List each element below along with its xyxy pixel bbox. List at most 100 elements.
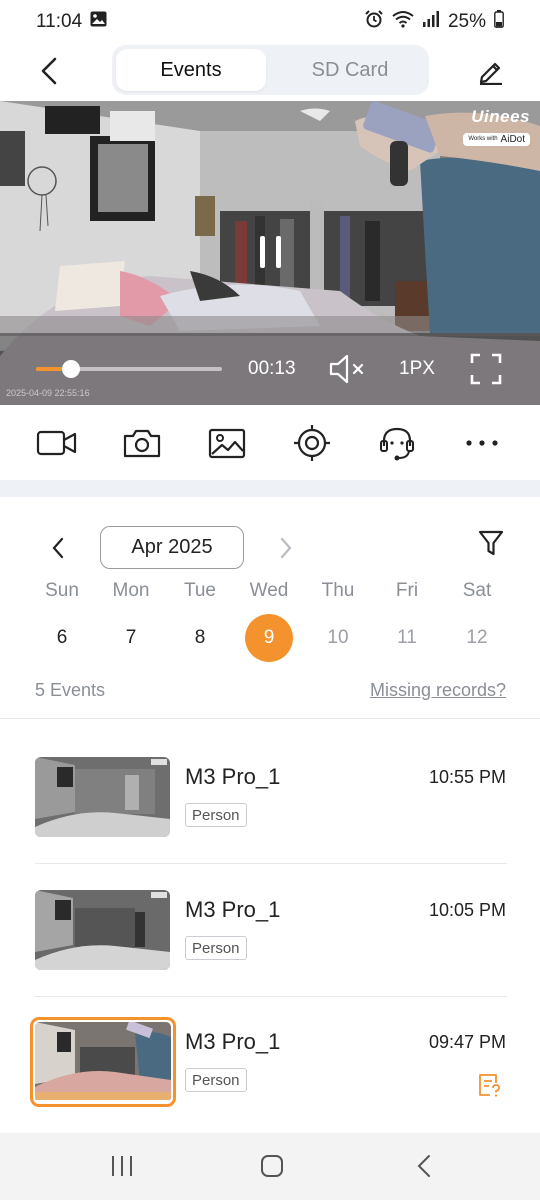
- gallery-button[interactable]: [205, 423, 249, 463]
- month-navigator: Apr 2025: [0, 525, 540, 571]
- snapshot-button[interactable]: [120, 423, 164, 463]
- divider: [0, 718, 540, 719]
- week-day-strip: 6 7 8 9 10 11 12: [0, 614, 540, 664]
- tab-events[interactable]: Events: [116, 49, 266, 91]
- section-divider: [0, 480, 540, 497]
- record-icon: [36, 430, 77, 456]
- missing-records-link[interactable]: Missing records?: [370, 680, 506, 701]
- recents-icon: [112, 1156, 132, 1176]
- brand-watermark: Uinees Works with AiDot: [463, 107, 530, 146]
- record-button[interactable]: [35, 423, 79, 463]
- day-cell[interactable]: 10: [314, 614, 362, 662]
- brand-logo: Uinees: [471, 107, 530, 126]
- previous-month-button[interactable]: [44, 534, 72, 562]
- chevron-left-icon: [41, 57, 57, 85]
- top-bar: Events SD Card: [0, 44, 540, 98]
- day-cell-selected[interactable]: 9: [245, 614, 293, 662]
- pencil-icon: [479, 62, 502, 85]
- speaker-muted-icon: [329, 354, 364, 384]
- event-time: 09:47 PM: [428, 1032, 506, 1052]
- event-thumbnail: [35, 890, 170, 970]
- divider: [35, 863, 507, 864]
- camera-action-toolbar: [0, 405, 540, 480]
- wifi-icon: [392, 10, 414, 34]
- weekday-label: Wed: [249, 580, 289, 601]
- event-time: 10:05 PM: [428, 900, 506, 920]
- works-with-brand: AiDot: [500, 134, 525, 145]
- intercom-button[interactable]: [375, 423, 419, 463]
- back-arrow-icon: [417, 1155, 430, 1177]
- works-with-label: Works with: [468, 136, 498, 142]
- snapshot-icon: [123, 429, 161, 458]
- next-month-button[interactable]: [272, 534, 300, 562]
- event-thumbnail: [35, 757, 170, 837]
- more-icon: [466, 440, 498, 446]
- weekday-label: Thu: [321, 580, 355, 601]
- fullscreen-icon: [470, 353, 502, 385]
- edit-button[interactable]: [474, 54, 508, 88]
- gallery-notification-icon: [90, 11, 107, 33]
- event-thumbnail-selected: [30, 1017, 176, 1107]
- day-cell[interactable]: 11: [383, 614, 431, 662]
- player-controls: 00:13 1PX 2025-04-09 22:55:16: [0, 333, 540, 405]
- more-button[interactable]: [460, 423, 504, 463]
- event-list-item[interactable]: M3 Pro_1 Person 10:55 PM: [0, 757, 540, 889]
- view-segmented-control: Events SD Card: [112, 45, 429, 95]
- event-device-name: M3 Pro_1: [185, 764, 281, 789]
- weekday-label: Fri: [395, 580, 419, 601]
- day-cell[interactable]: 6: [38, 614, 86, 662]
- video-player[interactable]: Uinees Works with AiDot 00:13 1PX 2025-04…: [0, 101, 540, 405]
- intercom-icon: [380, 427, 414, 461]
- progress-handle[interactable]: [62, 360, 81, 378]
- day-cell[interactable]: 8: [176, 614, 224, 662]
- ptz-button[interactable]: [290, 423, 334, 463]
- mute-button[interactable]: [328, 353, 368, 385]
- quality-selector[interactable]: 1PX: [399, 358, 435, 380]
- home-button[interactable]: [252, 1151, 292, 1181]
- event-device-name: M3 Pro_1: [185, 897, 281, 922]
- filter-icon: [478, 530, 504, 556]
- divider: [35, 996, 507, 997]
- signal-icon: [422, 11, 440, 33]
- month-picker[interactable]: Apr 2025: [100, 526, 244, 569]
- filter-button[interactable]: [476, 527, 506, 559]
- event-type-badge: Person: [185, 1068, 247, 1092]
- home-icon: [261, 1155, 283, 1177]
- works-with-badge: Works with AiDot: [463, 133, 530, 146]
- system-back-button[interactable]: [404, 1151, 444, 1181]
- recent-apps-button[interactable]: [102, 1151, 142, 1181]
- event-count: 5 Events: [35, 680, 106, 700]
- events-summary: 5 Events Missing records?: [0, 678, 540, 706]
- pause-button[interactable]: [258, 236, 284, 270]
- event-device-name: M3 Pro_1: [185, 1029, 281, 1054]
- event-list-item[interactable]: M3 Pro_1 Person 10:05 PM: [0, 890, 540, 1022]
- weekday-label: Sun: [45, 580, 79, 601]
- weekday-header: Sun Mon Tue Wed Thu Fri Sat: [0, 580, 540, 608]
- status-time: 11:04: [36, 11, 83, 32]
- weekday-label: Tue: [183, 580, 217, 601]
- pause-icon: [260, 236, 265, 268]
- playback-time: 00:13: [248, 358, 296, 379]
- chevron-left-icon: [52, 537, 64, 559]
- system-navigation-bar: [0, 1133, 540, 1200]
- feedback-button[interactable]: [477, 1072, 503, 1098]
- day-cell[interactable]: 7: [107, 614, 155, 662]
- gallery-icon: [208, 428, 246, 459]
- tab-sd-card[interactable]: SD Card: [275, 49, 425, 91]
- day-cell[interactable]: 12: [453, 614, 501, 662]
- event-type-badge: Person: [185, 936, 247, 960]
- video-timestamp-overlay: 2025-04-09 22:55:16: [6, 388, 90, 398]
- playback-progress-bar[interactable]: [36, 360, 222, 378]
- ptz-target-icon: [294, 425, 330, 461]
- back-button[interactable]: [32, 54, 66, 88]
- alarm-icon: [364, 9, 384, 35]
- report-question-icon: [479, 1074, 500, 1097]
- chevron-right-icon: [280, 537, 292, 559]
- battery-percent: 25%: [447, 11, 486, 32]
- event-type-badge: Person: [185, 803, 247, 827]
- battery-icon: [494, 10, 504, 34]
- weekday-label: Mon: [112, 580, 150, 601]
- status-bar: 11:04 25%: [0, 0, 540, 44]
- weekday-label: Sat: [462, 580, 492, 601]
- fullscreen-button[interactable]: [470, 353, 502, 385]
